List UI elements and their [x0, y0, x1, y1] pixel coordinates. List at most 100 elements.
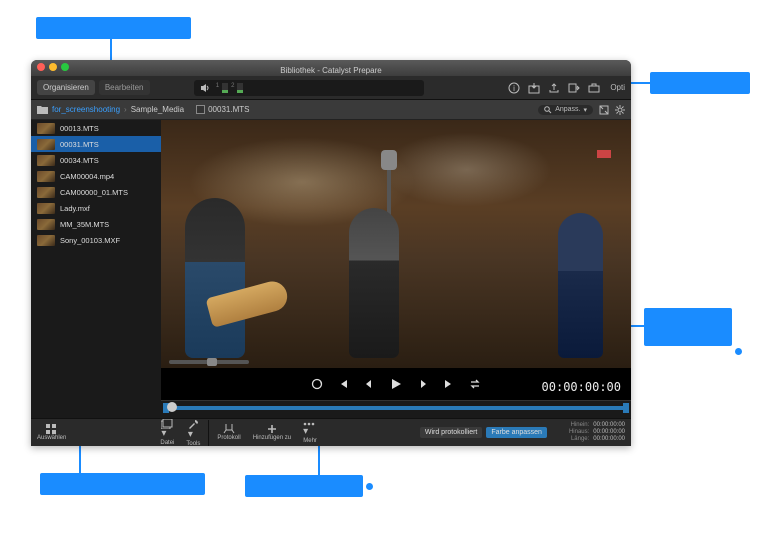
out-value: 00:00:00:00 [593, 429, 625, 436]
fullscreen-icon[interactable] [599, 105, 609, 115]
audio-meter: 1 2 [216, 83, 244, 93]
zoom-dropdown[interactable]: Anpass. ▾ [538, 105, 593, 115]
file-name: Sony_00103.MXF [60, 236, 120, 245]
shuttle-slider[interactable] [169, 360, 249, 364]
callout-preview [644, 308, 732, 346]
upload-icon[interactable] [548, 82, 560, 94]
file-name: CAM00004.mp4 [60, 172, 114, 181]
thumbnail [37, 219, 55, 230]
gear-icon[interactable] [615, 105, 625, 115]
thumbnail [37, 155, 55, 166]
scene-person [558, 213, 603, 358]
svg-text:i: i [513, 84, 515, 93]
wrench-icon: ▾ [188, 419, 199, 440]
thumbnail [37, 187, 55, 198]
preview-pane: 00:00:00:00 [161, 120, 631, 418]
video-frame[interactable] [161, 120, 631, 368]
meter-bar-2 [237, 83, 243, 93]
skip-end-icon[interactable] [443, 378, 455, 390]
volume-icon[interactable] [200, 83, 210, 93]
add-to-button[interactable]: Hinzufügen zu [253, 424, 291, 441]
list-item[interactable]: Lady.mxf [31, 200, 161, 216]
button-label: Hinzufügen zu [253, 435, 291, 441]
breadcrumb-part-0[interactable]: for_screenshooting [52, 105, 120, 114]
mode-edit-button[interactable]: Bearbeiten [99, 80, 150, 95]
step-back-icon[interactable] [363, 378, 375, 390]
export-icon[interactable] [568, 82, 580, 94]
skip-start-icon[interactable] [337, 378, 349, 390]
more-icon: ▾ [303, 421, 317, 437]
out-handle[interactable] [623, 403, 629, 413]
markers-icon [223, 424, 235, 434]
window-close[interactable] [37, 63, 45, 71]
timeline-track[interactable] [167, 406, 625, 410]
file-button[interactable]: ▾ Datei [160, 419, 174, 446]
chevron-down-icon: ▾ [583, 106, 587, 114]
titlebar: Bibliothek - Catalyst Prepare [31, 60, 631, 76]
leader-dot [735, 348, 742, 355]
briefcase-icon[interactable] [588, 82, 600, 94]
scene-exit-sign [597, 150, 611, 158]
file-name: MM_35M.MTS [60, 220, 109, 229]
list-item[interactable]: 00013.MTS [31, 120, 161, 136]
select-button[interactable]: Auswählen [37, 424, 66, 441]
breadcrumb-part-1[interactable]: Sample_Media [131, 105, 184, 114]
length-value: 00:00:00:00 [593, 436, 625, 443]
search-icon [544, 106, 552, 114]
list-item[interactable]: MM_35M.MTS [31, 216, 161, 232]
audio-meter-area: 1 2 [194, 80, 424, 96]
length-label: Länge: [571, 436, 589, 443]
leader-dot [366, 483, 373, 490]
tools-button[interactable]: ▾ Tools [186, 419, 200, 447]
file-list: 00013.MTS 00031.MTS 00034.MTS CAM00004.m… [31, 120, 161, 418]
window-title: Bibliothek - Catalyst Prepare [280, 66, 381, 75]
loop-icon[interactable] [311, 378, 323, 390]
status-logging[interactable]: Wird protokolliert [420, 427, 483, 438]
callout-mode-buttons [36, 17, 191, 39]
more-button[interactable]: ▾ Mehr [303, 421, 317, 444]
file-icon: ▾ [161, 419, 173, 439]
in-label: Hinein: [571, 422, 590, 429]
list-item[interactable]: 00034.MTS [31, 152, 161, 168]
file-name: 00013.MTS [60, 124, 99, 133]
file-name: 00031.MTS [60, 140, 99, 149]
repeat-icon[interactable] [469, 378, 481, 390]
current-clip-name: 00031.MTS [208, 105, 249, 114]
out-label: Hinaus: [569, 429, 589, 436]
bottom-bar: Auswählen ▾ Datei ▾ Tools Protokoll Hinz… [31, 418, 631, 446]
main-area: 00013.MTS 00031.MTS 00034.MTS CAM00004.m… [31, 120, 631, 418]
button-label: Auswählen [37, 435, 66, 441]
button-label: Protokoll [217, 435, 240, 441]
window-minimize[interactable] [49, 63, 57, 71]
list-item[interactable]: 00031.MTS [31, 136, 161, 152]
button-label: Datei [160, 440, 174, 446]
step-forward-icon[interactable] [417, 378, 429, 390]
meter-bar-1 [222, 83, 228, 93]
select-icon [46, 424, 58, 434]
list-item[interactable]: CAM00004.mp4 [31, 168, 161, 184]
button-label: Mehr [303, 438, 317, 444]
clip-icon [196, 105, 205, 114]
clip-times: Hinein:00:00:00:00 Hinaus: 00:00:00:00 Lä… [569, 422, 625, 444]
file-name: CAM00000_01.MTS [60, 188, 128, 197]
callout-bottom-left [40, 473, 205, 495]
scene-person [185, 198, 245, 358]
protocol-button[interactable]: Protokoll [217, 424, 240, 441]
import-icon[interactable] [528, 82, 540, 94]
play-icon[interactable] [389, 377, 403, 391]
status-pills: Wird protokolliert Farbe anpassen [420, 427, 547, 438]
list-item[interactable]: Sony_00103.MXF [31, 232, 161, 248]
playhead[interactable] [167, 402, 177, 412]
list-item[interactable]: CAM00000_01.MTS [31, 184, 161, 200]
window-zoom[interactable] [61, 63, 69, 71]
folder-icon[interactable] [37, 105, 48, 114]
thumbnail [37, 235, 55, 246]
scene-person [349, 208, 399, 358]
mode-organize-button[interactable]: Organisieren [37, 80, 95, 95]
timeline[interactable] [161, 400, 631, 418]
info-icon[interactable]: i [508, 82, 520, 94]
status-color-correct[interactable]: Farbe anpassen [486, 427, 547, 438]
breadcrumb-sep: › [124, 105, 127, 114]
current-clip-chip: 00031.MTS [196, 105, 249, 114]
options-label[interactable]: Opti [610, 83, 625, 92]
